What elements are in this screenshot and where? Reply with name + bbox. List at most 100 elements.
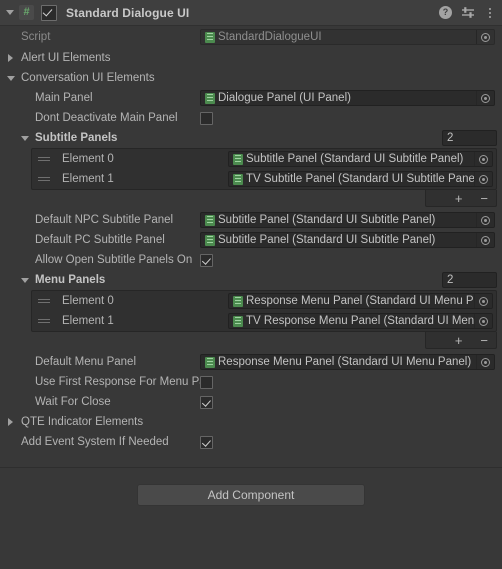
default-pc-subtitle-panel-row: Default PC Subtitle Panel Subtitle Panel… — [0, 230, 502, 250]
prefab-icon — [205, 92, 215, 104]
add-element-button[interactable]: + — [453, 192, 465, 205]
allow-open-subtitle-panels-checkbox[interactable] — [200, 253, 213, 267]
component-enabled-checkbox[interactable] — [41, 4, 57, 21]
conversation-foldout-toggle[interactable] — [4, 75, 17, 81]
list-item[interactable]: Element 0 Response Menu Panel (Standard … — [32, 291, 496, 311]
prefab-icon — [233, 153, 243, 165]
object-picker-icon — [481, 357, 490, 367]
component-header[interactable]: # Standard Dialogue UI ? — [0, 0, 502, 26]
wait-for-close-checkbox[interactable] — [200, 395, 213, 409]
menu-panels-header[interactable]: Menu Panels 2 — [0, 270, 502, 290]
add-component-wrap: Add Component — [0, 484, 502, 506]
dont-deactivate-main-panel-row: Dont Deactivate Main Panel — [0, 108, 502, 128]
prefab-icon — [205, 234, 215, 246]
add-element-button[interactable]: + — [453, 334, 465, 347]
subtitle-panels-foldout-toggle[interactable] — [18, 135, 31, 141]
object-picker-icon — [481, 215, 490, 225]
dont-deactivate-checkbox[interactable] — [200, 111, 213, 125]
add-event-system-row: Add Event System If Needed — [0, 432, 502, 452]
allow-open-subtitle-panels-row: Allow Open Subtitle Panels On — [0, 250, 502, 270]
object-picker-button[interactable] — [476, 355, 494, 369]
element-label: Element 1 — [62, 173, 114, 185]
menu-panels-foldout-toggle[interactable] — [18, 277, 31, 283]
menu-panels-list: Element 0 Response Menu Panel (Standard … — [31, 290, 497, 332]
add-event-system-checkbox[interactable] — [200, 435, 213, 449]
element-object-picker[interactable] — [474, 294, 492, 308]
main-panel-object-field[interactable]: Dialogue Panel (UI Panel) — [200, 90, 495, 106]
main-panel-object-picker[interactable] — [476, 91, 494, 105]
section-conversation-ui-elements[interactable]: Conversation UI Elements — [0, 68, 502, 88]
subtitle-panels-size-field[interactable]: 2 — [442, 130, 497, 146]
default-menu-panel-object-field[interactable]: Response Menu Panel (Standard UI Menu Pa… — [200, 354, 495, 370]
component-title: Standard Dialogue UI — [66, 5, 190, 20]
element-value: TV Subtitle Panel (Standard UI Subtitle … — [246, 173, 474, 185]
object-picker-icon — [481, 235, 490, 245]
kebab-menu-icon[interactable] — [484, 6, 496, 20]
add-event-system-label: Add Event System If Needed — [21, 436, 169, 448]
list-item[interactable]: Element 1 TV Response Menu Panel (Standa… — [32, 311, 496, 331]
default-pc-subtitle-panel-value: Subtitle Panel (Standard UI Subtitle Pan… — [218, 234, 436, 246]
add-component-button[interactable]: Add Component — [137, 484, 365, 506]
object-picker-icon — [481, 93, 490, 103]
component-foldout-toggle[interactable] — [3, 6, 16, 19]
element-object-field[interactable]: Subtitle Panel (Standard UI Subtitle Pan… — [228, 151, 493, 167]
remove-element-button[interactable]: − — [478, 334, 490, 347]
default-npc-subtitle-panel-object-field[interactable]: Subtitle Panel (Standard UI Subtitle Pan… — [200, 212, 495, 228]
menu-panels-footer-wrap: + − — [0, 332, 502, 349]
help-icon[interactable]: ? — [439, 6, 452, 19]
list-item[interactable]: Element 0 Subtitle Panel (Standard UI Su… — [32, 149, 496, 169]
drag-handle-icon[interactable] — [38, 177, 50, 181]
section-alert-ui-elements[interactable]: Alert UI Elements — [0, 48, 502, 68]
element-object-picker[interactable] — [474, 172, 492, 186]
element-value: Response Menu Panel (Standard UI Menu Pa… — [246, 295, 474, 307]
use-first-response-checkbox[interactable] — [200, 375, 213, 389]
wait-for-close-label: Wait For Close — [35, 396, 111, 408]
object-picker-button[interactable] — [476, 233, 494, 247]
alert-section-label: Alert UI Elements — [21, 52, 111, 64]
script-label: Script — [21, 31, 51, 43]
element-object-field[interactable]: TV Subtitle Panel (Standard UI Subtitle … — [228, 171, 493, 187]
wait-for-close-row: Wait For Close — [0, 392, 502, 412]
menu-panels-list-footer: + − — [425, 332, 497, 349]
preset-sliders-icon[interactable] — [461, 6, 475, 19]
script-value: StandardDialogueUI — [218, 31, 322, 43]
subtitle-panels-list: Element 0 Subtitle Panel (Standard UI Su… — [31, 148, 497, 190]
object-picker-icon — [479, 296, 488, 306]
object-picker-icon — [479, 154, 488, 164]
use-first-response-row: Use First Response For Menu Panel — [0, 372, 502, 392]
object-picker-icon — [481, 32, 490, 42]
alert-foldout-toggle[interactable] — [4, 54, 17, 62]
subtitle-panels-label: Subtitle Panels — [35, 132, 118, 144]
element-object-field[interactable]: TV Response Menu Panel (Standard UI Menu… — [228, 313, 493, 329]
default-pc-subtitle-panel-object-field[interactable]: Subtitle Panel (Standard UI Subtitle Pan… — [200, 232, 495, 248]
menu-panels-size-field[interactable]: 2 — [442, 272, 497, 288]
footer-divider — [0, 467, 502, 468]
element-value: Subtitle Panel (Standard UI Subtitle Pan… — [246, 153, 464, 165]
object-picker-button[interactable] — [476, 213, 494, 227]
prefab-icon — [233, 315, 243, 327]
prefab-icon — [205, 356, 215, 368]
chevron-down-icon — [6, 75, 15, 81]
menu-panels-label: Menu Panels — [35, 274, 106, 286]
qte-foldout-toggle[interactable] — [4, 418, 17, 426]
default-pc-subtitle-panel-label: Default PC Subtitle Panel — [35, 234, 165, 246]
main-panel-value: Dialogue Panel (UI Panel) — [218, 92, 351, 104]
list-item[interactable]: Element 1 TV Subtitle Panel (Standard UI… — [32, 169, 496, 189]
element-object-field[interactable]: Response Menu Panel (Standard UI Menu Pa… — [228, 293, 493, 309]
header-icon-group: ? — [439, 6, 496, 20]
section-qte-indicator-elements[interactable]: QTE Indicator Elements — [0, 412, 502, 432]
main-panel-row: Main Panel Dialogue Panel (UI Panel) — [0, 88, 502, 108]
script-object-field: StandardDialogueUI — [200, 29, 495, 45]
drag-handle-icon[interactable] — [38, 319, 50, 323]
subtitle-panels-header[interactable]: Subtitle Panels 2 — [0, 128, 502, 148]
chevron-down-icon — [20, 277, 29, 283]
element-object-picker[interactable] — [474, 314, 492, 328]
chevron-right-icon — [8, 418, 13, 426]
use-first-response-label: Use First Response For Menu Panel — [35, 376, 202, 388]
drag-handle-icon[interactable] — [38, 157, 50, 161]
remove-element-button[interactable]: − — [478, 192, 490, 205]
main-panel-label: Main Panel — [35, 92, 93, 104]
element-object-picker[interactable] — [474, 152, 492, 166]
prefab-icon — [205, 214, 215, 226]
drag-handle-icon[interactable] — [38, 299, 50, 303]
